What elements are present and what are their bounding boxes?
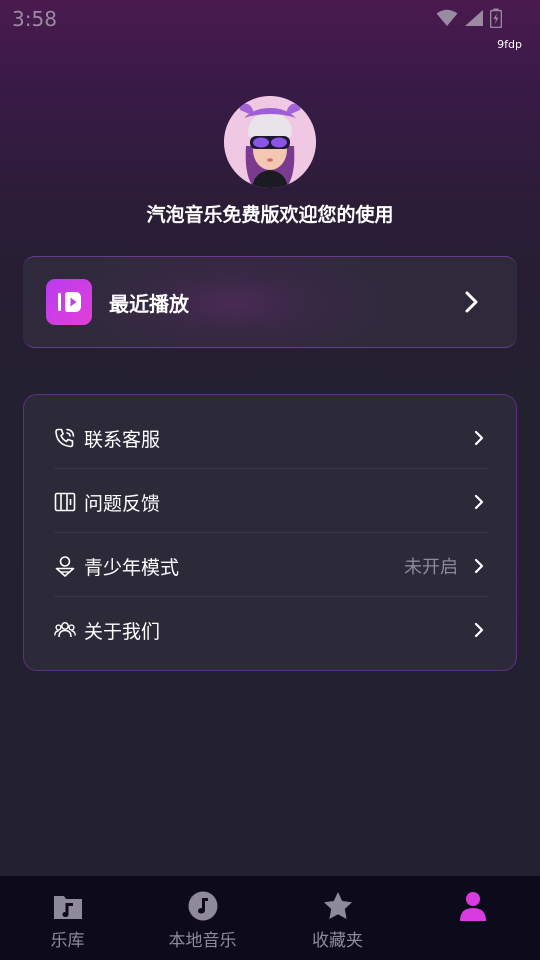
status-icons [436, 8, 502, 28]
menu-item-about-us[interactable]: 关于我们 [54, 597, 488, 661]
phone-icon [55, 428, 75, 448]
chevron-right-icon [474, 622, 484, 638]
tab-profile[interactable] [405, 876, 540, 960]
person-icon [459, 892, 486, 921]
debug-tag: 9fdp [497, 38, 522, 51]
youth-mode-icon [55, 556, 75, 577]
menu-item-label: 青少年模式 [84, 557, 180, 579]
settings-menu: 联系客服 问题反馈 青少年模式 未开启 关于我们 [23, 394, 517, 671]
tab-label: 乐库 [50, 931, 85, 951]
star-icon [323, 892, 352, 919]
group-icon [54, 622, 76, 638]
menu-item-contact-service[interactable]: 联系客服 [54, 405, 488, 469]
menu-item-label: 关于我们 [84, 621, 161, 643]
feedback-icon [54, 492, 76, 512]
chevron-right-icon [474, 558, 484, 574]
menu-item-youth-mode[interactable]: 青少年模式 未开启 [54, 533, 488, 597]
wifi-icon [436, 9, 458, 26]
recent-play-label: 最近播放 [109, 292, 189, 316]
menu-item-feedback[interactable]: 问题反馈 [54, 469, 488, 533]
avatar[interactable] [224, 96, 316, 188]
tab-label: 本地音乐 [168, 931, 237, 951]
chevron-right-icon [474, 430, 484, 446]
menu-item-label: 问题反馈 [84, 493, 161, 515]
chevron-right-icon [465, 291, 478, 313]
welcome-text: 汽泡音乐免费版欢迎您的使用 [146, 204, 394, 226]
tab-local-music[interactable]: 本地音乐 [135, 876, 270, 960]
status-time: 3:58 [12, 7, 57, 31]
recent-play-card[interactable]: 最近播放 [23, 256, 517, 348]
signal-icon [465, 10, 483, 26]
music-disc-icon [188, 891, 217, 921]
chevron-right-icon [474, 494, 484, 510]
tab-favorites[interactable]: 收藏夹 [270, 876, 405, 960]
music-folder-icon [53, 896, 82, 919]
battery-icon [490, 8, 502, 28]
tab-label: 收藏夹 [312, 931, 363, 951]
youth-mode-status: 未开启 [404, 557, 458, 578]
recent-play-icon [46, 279, 92, 325]
bottom-tab-bar: 乐库 本地音乐 收藏夹 [0, 876, 540, 960]
menu-item-label: 联系客服 [84, 429, 161, 451]
tab-library[interactable]: 乐库 [0, 876, 135, 960]
status-bar: 3:58 9fdp [0, 0, 540, 51]
avatar-image [224, 96, 316, 188]
